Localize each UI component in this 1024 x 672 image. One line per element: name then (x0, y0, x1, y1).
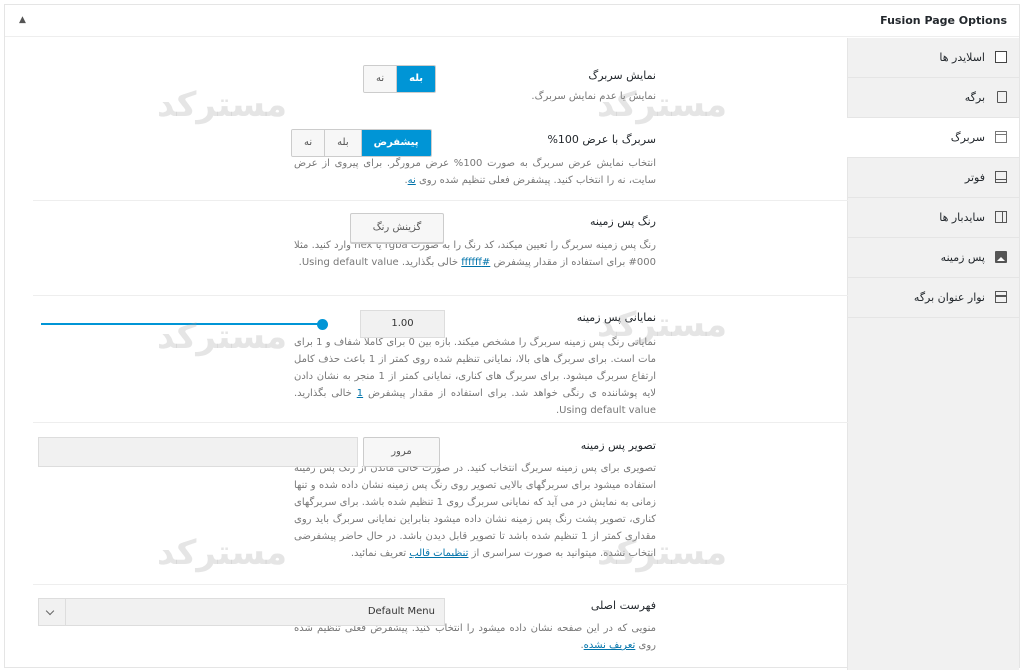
option-description: تصویری برای پس زمینه سربرگ انتخاب کنید. … (294, 460, 656, 562)
divider (33, 200, 848, 201)
metabox-header[interactable]: ▲ Fusion Page Options (5, 5, 1019, 37)
selected-value: Default Menu (367, 606, 435, 617)
sidebar-icon (995, 211, 1007, 223)
tab-page[interactable]: برگه (848, 78, 1019, 118)
option-description-text: تعریف نمائید. (350, 548, 407, 559)
titlebar-icon (995, 291, 1007, 303)
tab-label: پس زمینه (940, 251, 985, 264)
option-title: رنگ پس زمینه (589, 215, 656, 228)
divider (33, 584, 848, 585)
option-title: نمایش سربرگ (588, 69, 656, 82)
page-icon (997, 91, 1007, 103)
yes-button[interactable]: بله (324, 130, 361, 156)
opacity-slider-track[interactable] (41, 323, 323, 325)
options-content: نمایش سربرگ نمایش یا عدم نمایش سربرگ. بل… (5, 38, 848, 670)
browse-button[interactable]: مرور (363, 437, 440, 467)
select-color-button[interactable]: گزینش رنگ (350, 213, 444, 243)
tab-label: فوتر (964, 171, 985, 184)
tab-label: نوار عنوان برگه (913, 291, 985, 304)
tab-page-title-bar[interactable]: نوار عنوان برگه (848, 278, 1019, 318)
header-icon (995, 131, 1007, 143)
option-description: نمایانی رنگ پس زمینه سربرگ را مشخص میکند… (294, 334, 656, 419)
tab-label: اسلایدر ها (939, 51, 985, 64)
option-description: نمایش یا عدم نمایش سربرگ. (531, 91, 656, 102)
tab-sliders[interactable]: اسلایدر ها (848, 38, 1019, 78)
no-button[interactable]: نه (292, 130, 325, 156)
option-title: نمایانی پس زمینه (576, 311, 656, 324)
metabox-title: Fusion Page Options (880, 14, 1007, 27)
main-menu-select[interactable]: Default Menu (38, 598, 445, 626)
option-description-text: انتخاب نمایش عرض سربرگ به صورت 100% عرض … (294, 158, 656, 186)
no-button[interactable]: نه (364, 66, 397, 92)
image-url-field[interactable] (38, 437, 358, 467)
default-value-link[interactable]: تعریف نشده (584, 640, 636, 651)
tab-sidebars[interactable]: سایدبار ها (848, 198, 1019, 238)
option-title: تصویر پس زمینه (580, 439, 656, 452)
dropdown-arrow[interactable] (39, 599, 66, 625)
chevron-down-icon (45, 606, 55, 616)
tab-label: سایدبار ها (939, 211, 985, 224)
divider (33, 295, 848, 296)
tab-label: سربرگ (950, 131, 985, 144)
opacity-value-input[interactable]: 1.00 (360, 310, 445, 338)
default-value-link[interactable]: #ffffff (461, 257, 490, 268)
option-description-text: خالی بگذارید. Using default value. (298, 257, 459, 268)
tab-header[interactable]: سربرگ (847, 118, 1019, 158)
display-header-buttonset: بله نه (363, 65, 437, 93)
options-tabs: اسلایدر ها برگه سربرگ فوتر سایدبار ها پس… (847, 38, 1019, 670)
collapse-toggle-icon[interactable]: ▲ (19, 15, 26, 25)
default-button[interactable]: پیشفرض (360, 130, 431, 156)
header-100-buttonset: پیشفرض بله نه (291, 129, 432, 157)
slides-icon (995, 51, 1007, 63)
option-description: انتخاب نمایش عرض سربرگ به صورت 100% عرض … (294, 158, 656, 186)
image-icon (995, 251, 1007, 263)
option-title: سربرگ با عرض 100% (547, 133, 656, 146)
tab-background[interactable]: پس زمینه (848, 238, 1019, 278)
divider (33, 422, 848, 423)
option-description: رنگ پس زمینه سربرگ را تعیین میکند، کد رن… (294, 237, 656, 271)
option-title: فهرست اصلی (590, 599, 656, 612)
fusion-page-options-metabox: ▲ Fusion Page Options اسلایدر ها برگه سر… (4, 4, 1020, 670)
tab-footer[interactable]: فوتر (848, 158, 1019, 198)
yes-button[interactable]: بله (396, 66, 436, 92)
option-description-text: تصویری برای پس زمینه سربرگ انتخاب کنید. … (294, 463, 657, 559)
footer-icon (995, 171, 1007, 183)
default-value-link[interactable]: نه (408, 175, 416, 186)
theme-options-link[interactable]: تنظیمات قالب (409, 548, 468, 559)
opacity-slider-handle[interactable] (317, 319, 328, 330)
tab-label: برگه (964, 91, 985, 104)
default-value-link[interactable]: 1 (357, 388, 363, 399)
